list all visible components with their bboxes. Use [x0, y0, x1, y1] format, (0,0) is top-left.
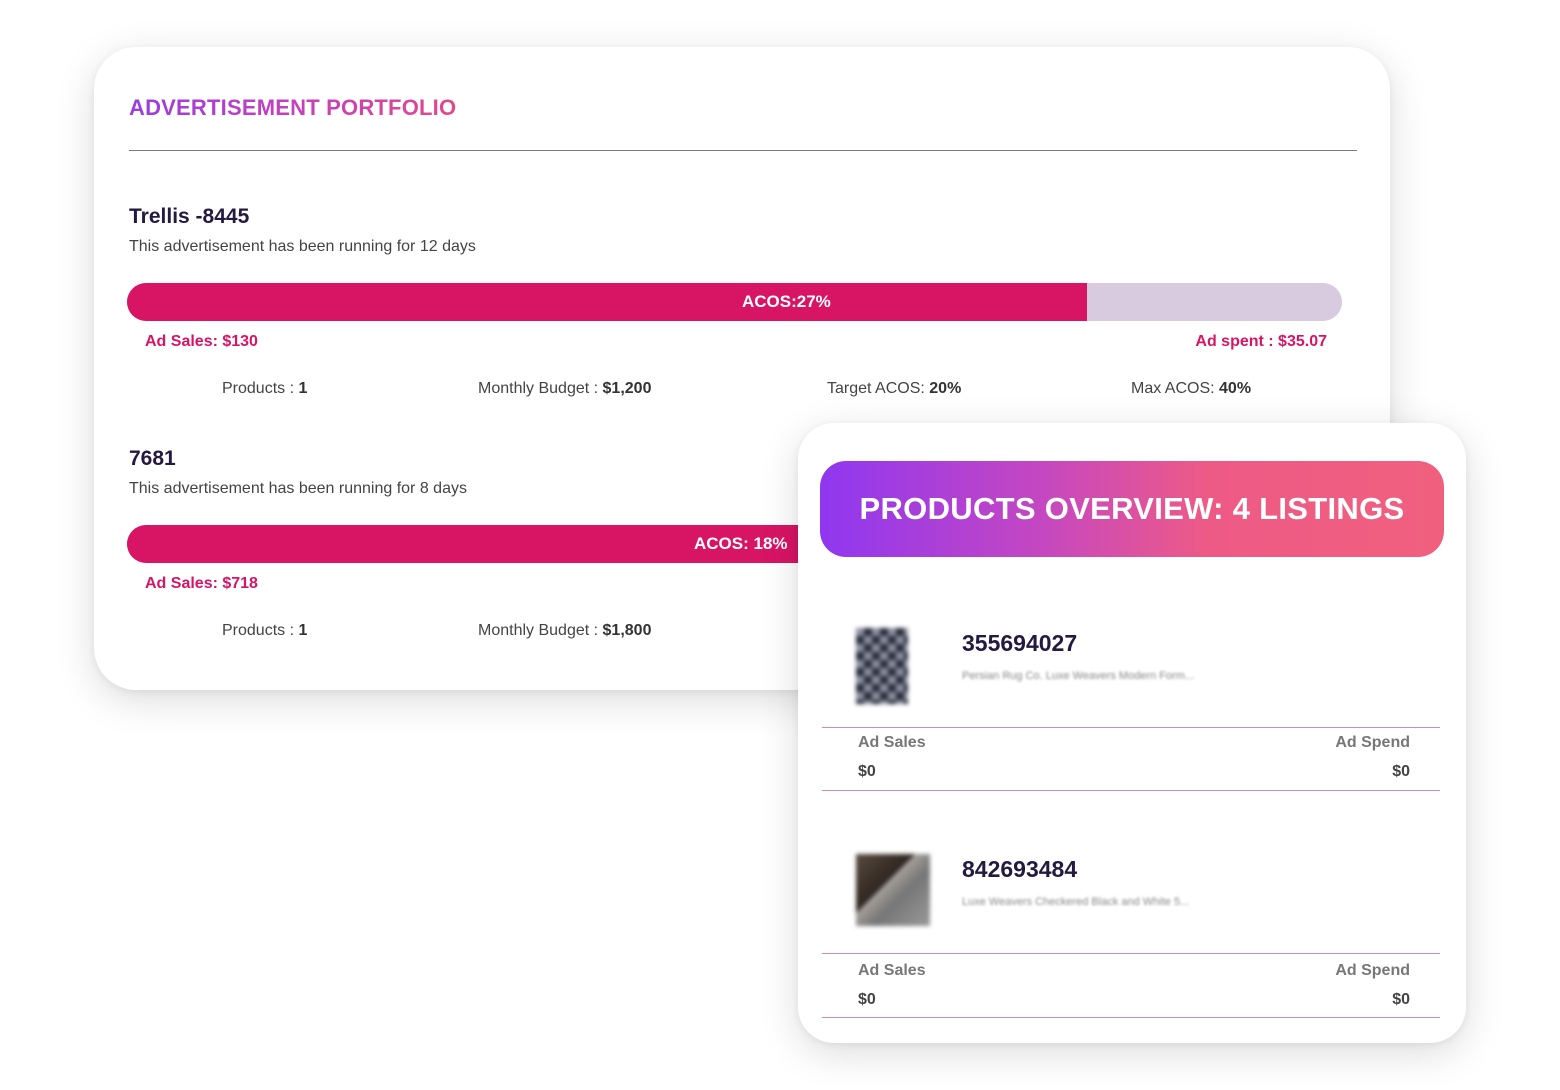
product-id: 842693484: [962, 856, 1078, 882]
product-divider: [822, 790, 1440, 791]
products-count: Products : 1: [222, 380, 308, 397]
product-divider: [822, 727, 1440, 728]
ad-sales-label: Ad Sales: [858, 962, 926, 979]
acos-progress-bar: ACOS:27%: [127, 283, 1342, 321]
max-acos: Max ACOS: 40%: [1131, 380, 1252, 397]
product-divider: [822, 953, 1440, 954]
portfolio-title: ADVERTISEMENT PORTFOLIO: [129, 95, 457, 120]
product-description: Persian Rug Co. Luxe Weavers Modern Form…: [962, 670, 1195, 682]
target-acos: Target ACOS: 20%: [827, 380, 962, 397]
product-description: Luxe Weavers Checkered Black and White 5…: [962, 896, 1190, 908]
ad-spend-value: $0: [1392, 763, 1410, 780]
monthly-budget: Monthly Budget : $1,200: [478, 380, 652, 397]
ad-sales: Ad Sales: $718: [145, 575, 258, 592]
product-id: 355694027: [962, 630, 1078, 656]
ad-sales-value: $0: [858, 763, 876, 780]
product-divider: [822, 1017, 1440, 1018]
ad-spend-label: Ad Spend: [1335, 734, 1410, 751]
product-thumbnail: [856, 854, 930, 926]
ad-sales-value: $0: [858, 991, 876, 1008]
ad-spend-label: Ad Spend: [1335, 962, 1410, 979]
ad-spend-value: $0: [1392, 991, 1410, 1008]
acos-label: ACOS: 18%: [694, 534, 788, 553]
ad-sales: Ad Sales: $130: [145, 333, 258, 350]
ad-running-duration: This advertisement has been running for …: [129, 238, 476, 255]
products-overview-title: PRODUCTS OVERVIEW: 4 LISTINGS: [820, 461, 1444, 557]
product-thumbnail: [856, 628, 908, 704]
monthly-budget: Monthly Budget : $1,800: [478, 622, 652, 639]
acos-label: ACOS:27%: [742, 292, 831, 311]
acos-progress-fill: [127, 283, 1087, 321]
ad-sales-label: Ad Sales: [858, 734, 926, 751]
products-overview-card: PRODUCTS OVERVIEW: 4 LISTINGS 355694027 …: [798, 423, 1466, 1043]
portfolio-divider: [129, 150, 1357, 151]
ad-name: 7681: [129, 447, 176, 470]
ad-running-duration: This advertisement has been running for …: [129, 480, 467, 497]
ad-spent: Ad spent : $35.07: [1195, 333, 1327, 350]
ad-name: Trellis -8445: [129, 205, 250, 228]
products-count: Products : 1: [222, 622, 308, 639]
